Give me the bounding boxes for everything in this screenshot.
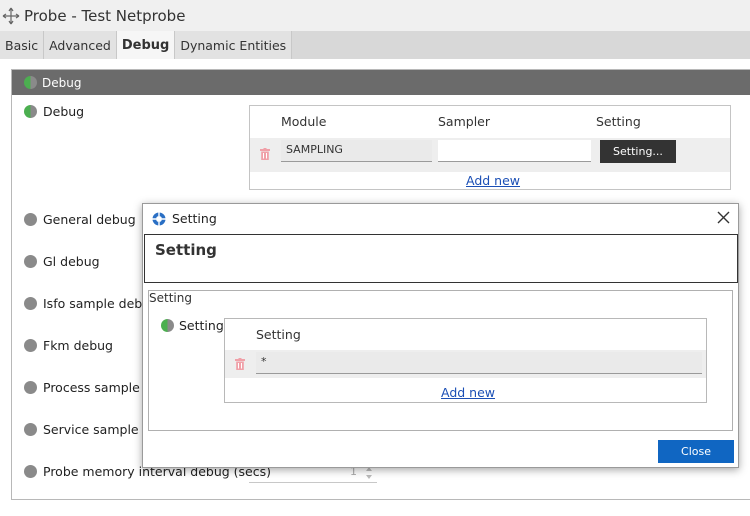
setting-row-isfo-sample-debug: Isfo sample debug bbox=[12, 296, 158, 311]
setting-label: Debug bbox=[43, 104, 85, 119]
tab-advanced[interactable]: Advanced bbox=[44, 31, 117, 59]
setting-label: Gl debug bbox=[43, 254, 100, 269]
status-dot-icon[interactable] bbox=[24, 105, 37, 118]
add-new-link[interactable]: Add new bbox=[466, 173, 520, 188]
dialog-heading-box: Setting bbox=[144, 234, 738, 283]
window-titlebar: Probe - Test Netprobe bbox=[0, 0, 750, 31]
tab-dynamic-entities[interactable]: Dynamic Entities bbox=[175, 31, 293, 59]
setting-dialog: Setting Setting Setting Setting Setting … bbox=[142, 203, 739, 468]
sampler-field[interactable] bbox=[438, 140, 591, 162]
status-dot-icon[interactable] bbox=[161, 319, 174, 332]
section-label: Setting bbox=[149, 291, 192, 305]
window-title: Probe - Test Netprobe bbox=[24, 6, 186, 25]
setting-row-gl-debug: Gl debug bbox=[12, 254, 100, 269]
column-header-setting: Setting bbox=[256, 327, 301, 342]
dialog-titlebar: Setting bbox=[143, 204, 738, 233]
table-row: SAMPLING Setting... bbox=[250, 138, 730, 172]
setting-label: Fkm debug bbox=[43, 338, 113, 353]
close-icon[interactable] bbox=[717, 211, 730, 224]
dialog-title: Setting bbox=[172, 211, 217, 226]
setting-value-field[interactable]: * bbox=[256, 352, 702, 374]
app-icon bbox=[152, 212, 166, 225]
status-dot-icon[interactable] bbox=[24, 339, 37, 352]
inner-setting-label: Setting bbox=[161, 318, 224, 333]
status-dot-icon[interactable] bbox=[24, 423, 37, 436]
status-dot-icon[interactable] bbox=[24, 213, 37, 226]
panel-header: Debug bbox=[12, 70, 750, 95]
setting-table: Setting * Add new bbox=[224, 318, 707, 403]
status-dot-icon[interactable] bbox=[24, 381, 37, 394]
setting-label: Service sample de bbox=[43, 422, 159, 437]
status-dot-icon[interactable] bbox=[24, 255, 37, 268]
module-field[interactable]: SAMPLING bbox=[281, 140, 432, 162]
table-row: * bbox=[225, 350, 706, 378]
dialog-section: Setting Setting Setting * Add new bbox=[148, 290, 733, 431]
setting-row-general-debug: General debug bbox=[12, 212, 136, 227]
setting-button[interactable]: Setting... bbox=[600, 140, 676, 163]
close-button[interactable]: Close bbox=[658, 440, 734, 463]
add-new-link[interactable]: Add new bbox=[441, 385, 495, 400]
setting-row-service-sample-debug: Service sample de bbox=[12, 422, 158, 437]
tab-basic[interactable]: Basic bbox=[0, 31, 45, 59]
setting-row-debug: Debug bbox=[12, 104, 84, 119]
column-header-setting: Setting bbox=[596, 114, 641, 129]
move-icon[interactable] bbox=[2, 7, 20, 25]
status-dot-icon[interactable] bbox=[24, 297, 37, 310]
dialog-heading: Setting bbox=[155, 241, 217, 259]
tab-debug[interactable]: Debug bbox=[116, 31, 176, 59]
trash-icon[interactable] bbox=[260, 148, 270, 160]
status-dot-icon[interactable] bbox=[24, 465, 37, 478]
setting-row-fkm-debug: Fkm debug bbox=[12, 338, 113, 353]
panel-header-title: Debug bbox=[42, 75, 82, 90]
inner-label-text: Setting bbox=[179, 318, 224, 333]
tab-bar: Basic Advanced Debug Dynamic Entities bbox=[0, 31, 750, 59]
setting-label: Isfo sample debug bbox=[43, 296, 159, 311]
column-header-module: Module bbox=[281, 114, 327, 129]
debug-table: Module Sampler Setting SAMPLING Setting.… bbox=[249, 105, 731, 190]
trash-icon[interactable] bbox=[235, 358, 245, 370]
column-header-sampler: Sampler bbox=[438, 114, 491, 129]
setting-label: General debug bbox=[43, 212, 136, 227]
status-dot-icon[interactable] bbox=[24, 76, 37, 89]
setting-row-process-sample-debug: Process sample de bbox=[12, 380, 159, 395]
